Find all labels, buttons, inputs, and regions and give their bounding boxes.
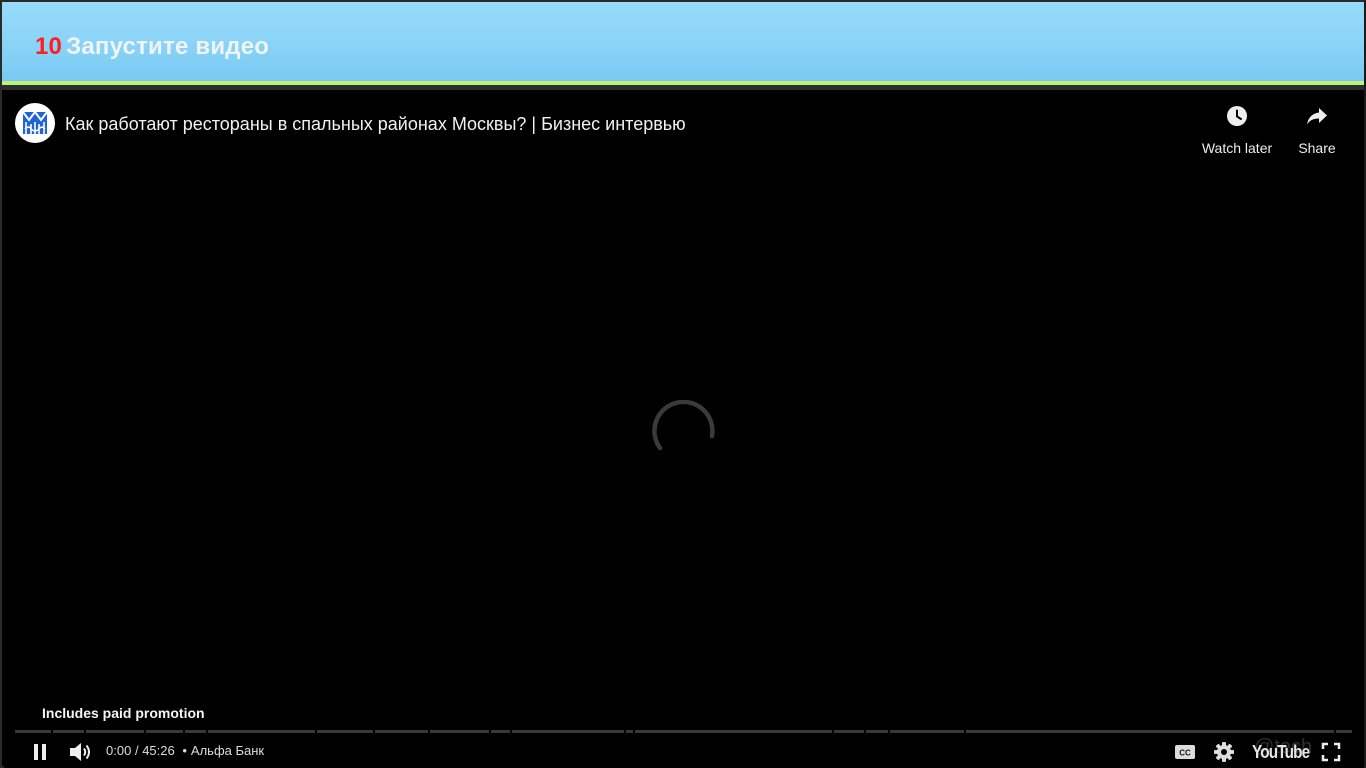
step-title: 10 Запустите видео — [35, 33, 269, 61]
chapter-divider — [373, 730, 375, 733]
chapter-divider — [624, 730, 626, 733]
step-number: 10 — [35, 33, 63, 60]
loading-spinner — [652, 400, 715, 451]
video-title[interactable]: Как работают рестораны в спальных района… — [65, 114, 686, 135]
chapter-divider — [206, 730, 208, 733]
pause-icon — [34, 744, 46, 760]
youtube-logo[interactable]: YouTube — [1252, 742, 1310, 763]
chapter-divider — [832, 730, 834, 733]
chapter-divider — [864, 730, 866, 733]
paid-promotion-label: Includes paid promotion — [42, 705, 205, 721]
player-controls: 0:00 / 45:26 • Альфа Банк @tech CC YouTu… — [4, 735, 1364, 768]
clock-icon — [1227, 106, 1247, 126]
watch-later-label: Watch later — [1201, 140, 1273, 156]
chapter-divider — [888, 730, 890, 733]
svg-text:CC: CC — [1179, 749, 1191, 758]
step-header: 10 Запустите видео — [2, 2, 1364, 82]
time-display: 0:00 / 45:26 • Альфа Банк — [106, 743, 264, 758]
chapter-divider — [510, 730, 512, 733]
gear-icon — [1214, 742, 1234, 762]
time-current: 0:00 — [106, 743, 132, 758]
share-arrow-icon — [1307, 108, 1327, 125]
time-total: 45:26 — [142, 743, 175, 758]
chapter-divider — [315, 730, 317, 733]
fullscreen-icon — [1321, 742, 1341, 762]
share-button[interactable]: Share — [1277, 104, 1357, 156]
chapter-divider — [489, 730, 491, 733]
channel-avatar[interactable] — [15, 103, 55, 143]
share-label: Share — [1298, 140, 1336, 156]
chapter-divider — [1334, 730, 1336, 733]
volume-button[interactable] — [66, 739, 96, 765]
fullscreen-button[interactable] — [1316, 739, 1346, 765]
chapter-divider — [633, 730, 635, 733]
chapter-divider — [144, 730, 146, 733]
video-player[interactable]: Как работают рестораны в спальных района… — [4, 90, 1364, 768]
volume-icon — [70, 743, 90, 761]
chapter-divider — [428, 730, 430, 733]
captions-button[interactable]: CC — [1170, 739, 1200, 765]
chapter-divider — [84, 730, 86, 733]
channel-logo-icon — [22, 110, 48, 134]
time-separator: / — [134, 743, 139, 758]
progress-bar[interactable] — [15, 730, 1352, 733]
chapter-title[interactable]: Альфа Банк — [191, 743, 264, 758]
chapter-separator: • — [182, 743, 187, 758]
cc-icon: CC — [1175, 745, 1195, 759]
step-text: Запустите видео — [66, 33, 270, 60]
watch-later-button[interactable]: Watch later — [1197, 104, 1277, 156]
chapter-divider — [964, 730, 966, 733]
chapter-divider — [51, 730, 53, 733]
settings-button[interactable] — [1209, 739, 1239, 765]
pause-button[interactable] — [26, 739, 54, 765]
chapter-divider — [183, 730, 185, 733]
